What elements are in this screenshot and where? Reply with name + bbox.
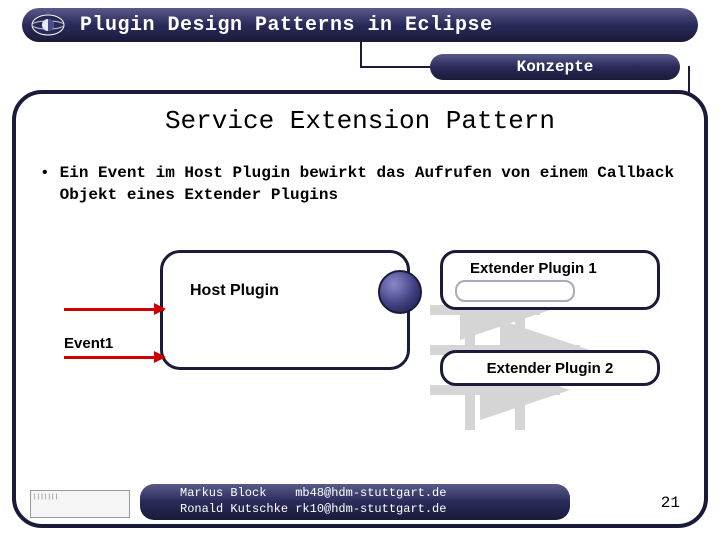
connector-line [360,38,362,66]
footer-line-2: Ronald Kutschke rk10@hdm-stuttgart.de [180,502,570,518]
event-arrow-icon [64,308,164,311]
host-plugin-label: Host Plugin [190,282,279,300]
bullet-dot-icon: • [40,164,50,182]
bullet-section: • Ein Event im Host Plugin bewirkt das A… [40,162,680,207]
header-title: Plugin Design Patterns in Eclipse [80,14,493,37]
subheader-pill: Konzepte [430,54,680,80]
event-label: Event1 [64,335,113,352]
university-logo-icon: ||||||| [30,490,130,518]
bullet-item: • Ein Event im Host Plugin bewirkt das A… [40,162,680,207]
page-number: 21 [661,494,680,512]
bullet-text: Ein Event im Host Plugin bewirkt das Auf… [60,162,680,207]
event-arrow-icon [64,356,164,359]
extender-plugin-2-label: Extender Plugin 2 [487,360,614,377]
header-bar: Plugin Design Patterns in Eclipse [22,8,698,42]
subheader-label: Konzepte [517,58,594,76]
host-plugin-box [160,250,410,370]
extender-plugin-1-label: Extender Plugin 1 [470,260,597,277]
eclipse-logo-icon [26,11,70,39]
diagram-area: Host Plugin Extender Plugin 1 Extender P… [30,240,690,460]
extender-plugin-2-box: Extender Plugin 2 [440,350,660,386]
slide-title: Service Extension Pattern [0,106,720,136]
footer-line-1: Markus Block mb48@hdm-stuttgart.de [180,486,570,502]
extension-point-icon [378,270,422,314]
footer-bar: Markus Block mb48@hdm-stuttgart.de Ronal… [140,484,570,520]
extender-plugin-1-inner [455,280,575,302]
